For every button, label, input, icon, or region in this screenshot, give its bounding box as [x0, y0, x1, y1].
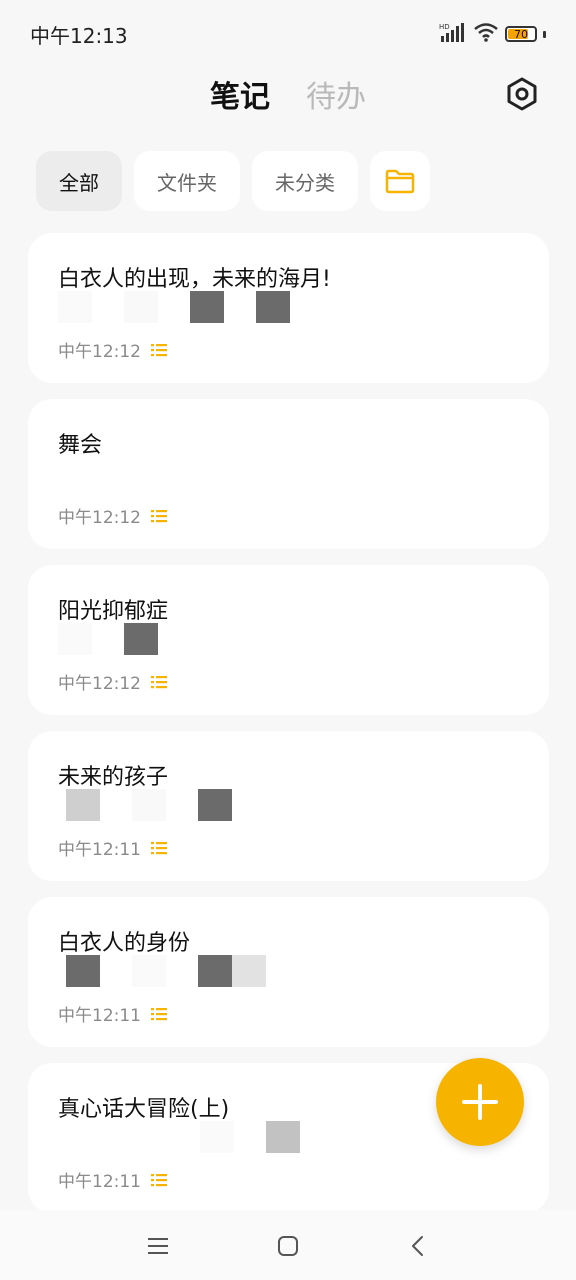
note-title: 舞会: [58, 433, 103, 458]
home-icon: [278, 1236, 298, 1256]
hd-label: HD: [439, 23, 450, 31]
note-card[interactable]: 舞会 中午12:12: [28, 399, 549, 549]
note-preview: [58, 623, 190, 655]
note-card[interactable]: 白衣人的出现，未来的海月! 中午12:12: [28, 233, 549, 383]
note-card[interactable]: 阳光抑郁症 中午12:12: [28, 565, 549, 715]
note-time: 中午12:12: [58, 342, 141, 362]
battery-level: 70: [514, 27, 528, 41]
note-meta: 中午12:12: [58, 669, 167, 694]
note-card[interactable]: 未来的孩子 中午12:11: [28, 731, 549, 881]
folder-button[interactable]: [370, 151, 430, 211]
status-icons: HD 70: [439, 22, 546, 46]
note-title: 未来的孩子: [58, 765, 169, 790]
note-title: 白衣人的出现，未来的海月!: [58, 267, 331, 292]
tab-notes[interactable]: 笔记: [210, 72, 270, 116]
nav-home-button[interactable]: [272, 1232, 304, 1260]
note-meta: 中午12:11: [58, 835, 167, 860]
note-meta: 中午12:12: [58, 503, 167, 528]
signal-icon: HD: [439, 22, 467, 46]
add-note-button[interactable]: [436, 1058, 524, 1146]
system-nav-bar: [0, 1210, 576, 1280]
filter-all[interactable]: 全部: [36, 151, 122, 211]
note-preview: [66, 955, 298, 987]
checklist-icon: [151, 1007, 167, 1020]
battery-icon: 70: [505, 26, 537, 42]
tab-todos[interactable]: 待办: [306, 72, 366, 116]
note-time: 中午12:11: [58, 1006, 141, 1026]
status-bar: 中午12:13 HD 70: [0, 0, 576, 64]
note-preview: [200, 1121, 332, 1153]
nav-menu-button[interactable]: [142, 1232, 174, 1260]
top-tabs: 笔记 待办: [0, 72, 576, 116]
note-title: 白衣人的身份: [58, 931, 191, 956]
wifi-icon: [473, 22, 499, 46]
note-time: 中午12:11: [58, 840, 141, 860]
settings-icon: [507, 77, 537, 111]
note-meta: 中午12:11: [58, 1167, 167, 1192]
note-card[interactable]: 白衣人的身份 中午12:11: [28, 897, 549, 1047]
menu-icon: [148, 1238, 168, 1254]
settings-button[interactable]: [502, 74, 542, 114]
checklist-icon: [151, 675, 167, 688]
note-time: 中午12:12: [58, 508, 141, 528]
checklist-icon: [151, 509, 167, 522]
note-meta: 中午12:12: [58, 337, 167, 362]
folder-icon: [385, 169, 415, 194]
nav-back-button[interactable]: [402, 1232, 434, 1260]
note-time: 中午12:12: [58, 674, 141, 694]
note-preview: [58, 291, 322, 323]
checklist-icon: [151, 343, 167, 356]
note-title: 真心话大冒险(上): [58, 1097, 230, 1122]
status-time: 中午12:13: [30, 24, 128, 48]
checklist-icon: [151, 841, 167, 854]
checklist-icon: [151, 1173, 167, 1186]
back-icon: [412, 1236, 423, 1256]
filter-unsorted[interactable]: 未分类: [252, 151, 358, 211]
note-title: 阳光抑郁症: [58, 599, 169, 624]
note-meta: 中午12:11: [58, 1001, 167, 1026]
plus-icon: [462, 1084, 498, 1120]
filter-bar: 全部 文件夹 未分类: [36, 151, 430, 211]
note-preview: [66, 789, 264, 821]
note-time: 中午12:11: [58, 1172, 141, 1192]
filter-folders[interactable]: 文件夹: [134, 151, 240, 211]
